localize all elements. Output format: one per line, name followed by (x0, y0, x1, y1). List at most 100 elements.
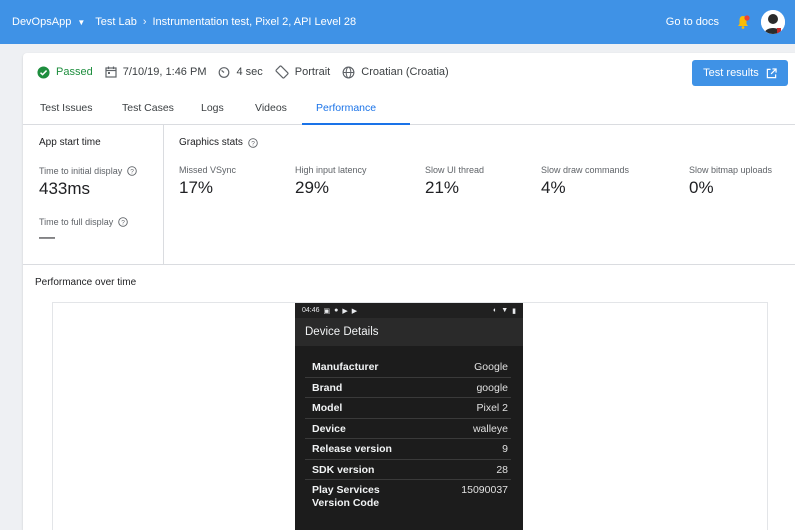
metric-value: 29% (295, 178, 330, 197)
calendar-icon (105, 66, 117, 78)
run-duration-text: 4 sec (236, 66, 263, 78)
device-row-value: walleye (472, 422, 508, 435)
result-text: Passed (56, 66, 93, 78)
metric-value: 17% (179, 178, 214, 197)
project-selector[interactable]: DevOpsApp (12, 16, 71, 28)
device-row: Device walleye (305, 419, 511, 439)
full-display-value: — (39, 229, 55, 246)
notification-icon: ▣ (323, 307, 331, 315)
metric-label: Slow bitmap uploads (689, 165, 773, 175)
device-row: Release version 9 (305, 439, 511, 460)
tab-label: Logs (201, 101, 224, 114)
device-row-key: Manufacturer (312, 361, 379, 373)
tab-videos[interactable]: Videos (255, 91, 316, 124)
metric-value: 21% (425, 178, 460, 197)
test-results-button[interactable]: Test results (692, 60, 788, 86)
locale-text: Croatian (Croatia) (361, 66, 449, 78)
device-row-key: Model (312, 402, 343, 414)
tab-logs[interactable]: Logs (201, 91, 255, 124)
tab-test-issues[interactable]: Test Issues (40, 91, 122, 124)
initial-display-value: 433ms (39, 179, 91, 198)
device-row-value: google (476, 381, 508, 394)
test-results-label: Test results (703, 67, 759, 79)
play-icon: ▶ (351, 307, 358, 315)
account-avatar[interactable] (761, 10, 785, 34)
device-row-key: Release version (312, 443, 392, 455)
device-row-value: 9 (502, 443, 508, 455)
data-saver-icon: ◐ (492, 307, 498, 314)
device-app-title: Device Details (295, 318, 523, 346)
metric-label: High input latency (295, 165, 367, 175)
result-status: Passed (37, 65, 93, 79)
tab-label: Test Issues (40, 101, 93, 114)
tab-performance[interactable]: Performance (302, 91, 410, 125)
breadcrumb-current: Instrumentation test, Pixel 2, API Level… (152, 16, 357, 28)
orientation-text: Portrait (294, 66, 331, 78)
performance-stats: App start time Time to initial display ?… (23, 125, 795, 265)
performance-over-time-title: Performance over time (35, 277, 137, 288)
app-start-panel: App start time Time to initial display ?… (23, 125, 164, 265)
test-execution-card: Passed 7/10/19, 1:46 PM 4 sec Portrait C… (23, 53, 795, 530)
graphics-stats-panel: Graphics stats ? Missed VSync 17% High i… (179, 137, 789, 257)
breadcrumb: DevOpsApp ▼ Test Lab › Instrumentation t… (12, 16, 356, 28)
device-row-key: Brand (312, 381, 343, 394)
test-summary-bar: Passed 7/10/19, 1:46 PM 4 sec Portrait C… (23, 53, 795, 91)
timer-icon (219, 67, 230, 78)
device-row-value: 28 (496, 463, 508, 476)
device-screenshot: 04:46 ▣ ● ▶ ▶ ◐ ▼ ▮ Device Details Manuf… (295, 303, 523, 530)
tab-label: Videos (255, 101, 287, 114)
device-row: Play Services Version Code 15090037 (305, 480, 511, 516)
go-to-docs-link[interactable]: Go to docs (666, 16, 719, 28)
tab-label: Test Cases (122, 101, 174, 114)
device-row: Model Pixel 2 (305, 398, 511, 419)
open-in-new-icon (766, 67, 777, 78)
device-row: Brand google (305, 378, 511, 398)
globe-icon (342, 66, 355, 78)
pin-icon: ● (334, 307, 339, 314)
metric-slow-bitmap-uploads: Slow bitmap uploads 0% (689, 165, 772, 198)
help-icon[interactable]: ? (248, 137, 258, 148)
chevron-down-icon[interactable]: ▼ (77, 18, 85, 27)
metric-missed-vsync: Missed VSync 17% (179, 165, 236, 198)
orientation: Portrait (275, 65, 330, 79)
device-row-value: Google (474, 361, 508, 373)
svg-text:?: ? (251, 140, 255, 147)
metric-slow-ui-thread: Slow UI thread 21% (425, 165, 484, 198)
metric-label: Slow UI thread (425, 165, 485, 175)
tab-test-cases[interactable]: Test Cases (122, 91, 201, 124)
metric-label: Slow draw commands (541, 165, 630, 175)
device-details-table: Manufacturer Google Brand google Model Pixe… (305, 357, 511, 516)
graphics-stats-title-text: Graphics stats (179, 137, 243, 148)
initial-display-label: Time to initial display ? (39, 166, 163, 176)
run-date-text: 7/10/19, 1:46 PM (122, 66, 207, 78)
metric-label: Missed VSync (179, 165, 237, 175)
battery-icon: ▮ (512, 307, 516, 315)
breadcrumb-test-lab[interactable]: Test Lab (95, 16, 137, 28)
run-date: 7/10/19, 1:46 PM (105, 66, 207, 78)
device-row-key: Play Services Version Code (312, 484, 380, 509)
metric-value: 4% (541, 178, 566, 197)
metric-high-input-latency: High input latency 29% (295, 165, 367, 198)
svg-text:?: ? (121, 219, 125, 226)
play-icon: ▶ (342, 307, 348, 315)
help-icon[interactable]: ? (127, 166, 137, 176)
check-circle-icon (37, 65, 50, 79)
run-duration: 4 sec (218, 66, 263, 78)
device-status-bar: 04:46 ▣ ● ▶ ▶ ◐ ▼ ▮ (295, 303, 523, 318)
top-app-bar: DevOpsApp ▼ Test Lab › Instrumentation t… (0, 0, 795, 44)
full-display-label: Time to full display ? (39, 217, 163, 227)
device-clock: 04:46 (302, 307, 320, 314)
notification-bell-icon[interactable] (735, 14, 751, 30)
tab-label: Performance (316, 101, 377, 114)
app-start-title: App start time (39, 137, 101, 148)
screen-rotation-icon (275, 65, 289, 79)
device-row-key: SDK version (312, 463, 375, 476)
tab-bar: Test Issues Test Cases Logs Videos Perfo… (23, 91, 795, 125)
wifi-icon: ▼ (501, 307, 509, 314)
help-icon[interactable]: ? (118, 217, 128, 227)
metric-slow-draw-commands: Slow draw commands 4% (541, 165, 629, 198)
device-row-value: 15090037 (461, 484, 508, 496)
chevron-right-icon: › (142, 16, 147, 28)
locale: Croatian (Croatia) (342, 66, 449, 79)
device-row: Manufacturer Google (305, 357, 511, 378)
